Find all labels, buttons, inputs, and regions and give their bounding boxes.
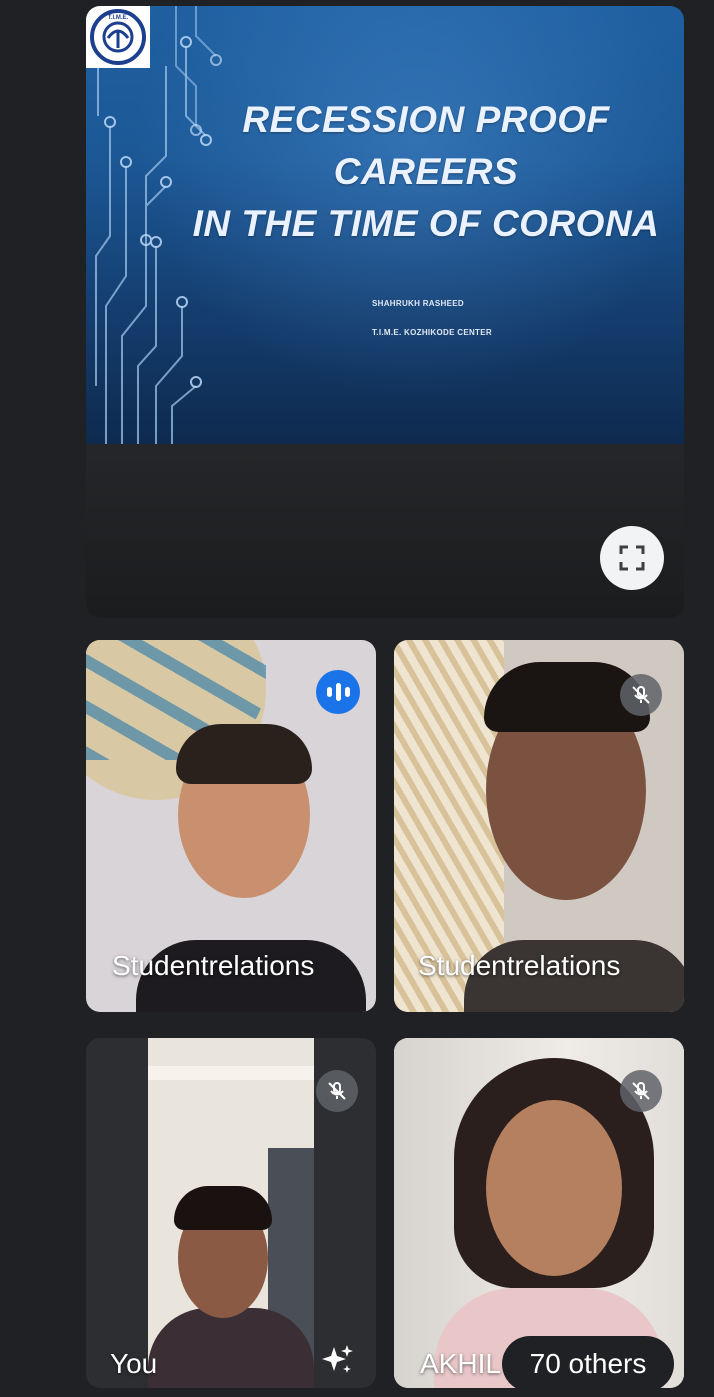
presentation-tile[interactable]: T.I.M.E. RECESSION PROOF CAREERS IN THE … <box>86 6 684 618</box>
mic-muted-indicator <box>620 674 662 716</box>
participant-name: Studentrelations <box>418 950 621 981</box>
mic-off-icon <box>328 1082 346 1100</box>
slide-title-line-1: RECESSION PROOF CAREERS <box>242 99 610 192</box>
mic-muted-indicator <box>316 1070 358 1112</box>
participant-name: You <box>110 1348 158 1379</box>
sparkle-effects-icon <box>322 1345 353 1373</box>
mic-off-icon <box>632 1082 650 1100</box>
others-count-button[interactable]: 70 others <box>502 1336 674 1392</box>
audio-active-indicator <box>316 670 360 714</box>
participant-tile[interactable]: You <box>86 1038 376 1388</box>
meeting-grid: T.I.M.E. RECESSION PROOF CAREERS IN THE … <box>0 0 714 1397</box>
participant-face <box>486 1100 622 1276</box>
mic-off-icon <box>632 686 650 704</box>
participant-tile[interactable]: Studentrelations <box>394 640 684 1012</box>
participant-name: AKHIL <box>420 1348 501 1379</box>
participant-tile[interactable]: Studentrelations <box>86 640 376 1012</box>
participant-shirt <box>148 1308 314 1388</box>
effects-button[interactable] <box>318 1340 358 1380</box>
mic-muted-indicator <box>620 1070 662 1112</box>
self-video <box>148 1038 314 1388</box>
participant-name: Studentrelations <box>112 950 315 981</box>
svg-text:T.I.M.E.: T.I.M.E. <box>108 15 129 21</box>
slide-title: RECESSION PROOF CAREERS IN THE TIME OF C… <box>176 94 676 250</box>
fullscreen-button[interactable] <box>600 526 664 590</box>
fullscreen-icon <box>619 545 645 571</box>
center-name: T.I.M.E. KOZHIKODE CENTER <box>372 328 492 337</box>
time-logo: T.I.M.E. <box>86 6 150 68</box>
slide-title-line-2: IN THE TIME OF CORONA <box>192 203 660 244</box>
presentation-slide: T.I.M.E. RECESSION PROOF CAREERS IN THE … <box>86 6 684 444</box>
presenter-name: SHAHRUKH RASHEED <box>372 299 464 308</box>
